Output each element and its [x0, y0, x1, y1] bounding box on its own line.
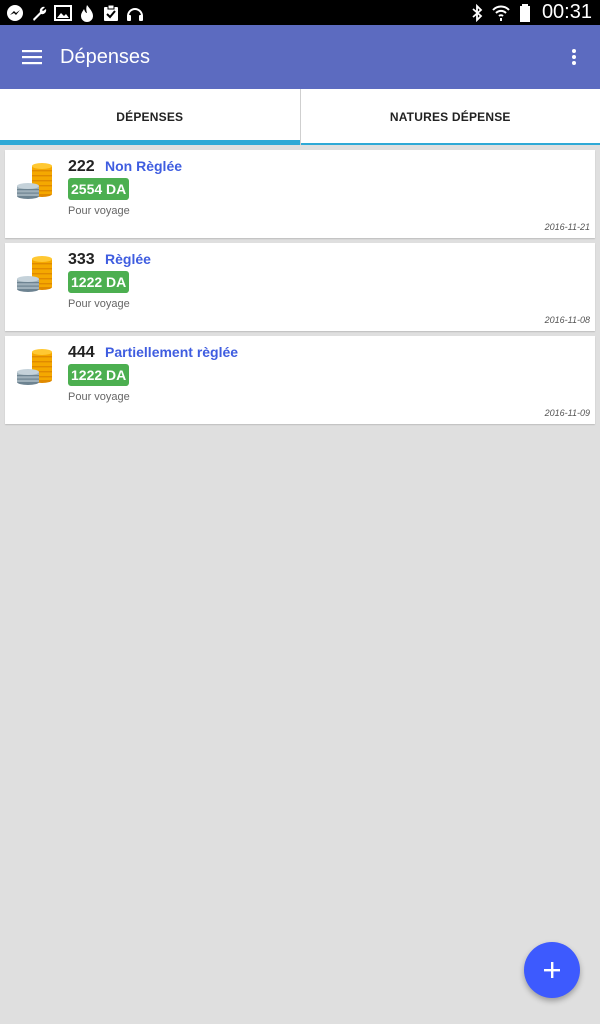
expense-description: Pour voyage — [68, 298, 130, 310]
expense-card[interactable]: 333 Règlée 1222 DA Pour voyage 2016-11-0… — [5, 243, 595, 331]
expense-list: 222 Non Règlée 2554 DA Pour voyage 2016-… — [5, 150, 595, 429]
tab-label: DÉPENSES — [116, 110, 184, 124]
tab-selected-indicator — [0, 140, 300, 145]
tab-bar: DÉPENSES NATURES DÉPENSE — [0, 89, 600, 145]
coins-icon — [17, 349, 52, 385]
expense-description: Pour voyage — [68, 205, 130, 217]
flame-icon — [78, 4, 96, 22]
expense-date: 2016-11-21 — [544, 222, 590, 232]
tab-label: NATURES DÉPENSE — [389, 110, 511, 124]
tab-natures-depense[interactable]: NATURES DÉPENSE — [299, 89, 600, 145]
tab-underline — [300, 143, 600, 145]
amount-badge: 2554 DA — [68, 178, 130, 200]
plus-icon — [544, 962, 560, 978]
status-bar: 00:31 — [0, 0, 600, 25]
bluetooth-icon — [468, 3, 486, 22]
page-title: Dépenses — [60, 45, 151, 68]
add-expense-button[interactable] — [524, 942, 580, 998]
notification-icons — [6, 4, 144, 22]
expense-number: 222 — [68, 158, 95, 175]
clipboard-check-icon — [102, 4, 120, 22]
more-vert-icon — [572, 49, 576, 65]
image-icon — [54, 4, 72, 22]
messenger-icon — [6, 4, 24, 22]
coins-icon — [17, 163, 52, 199]
wrench-icon — [30, 4, 48, 22]
overflow-menu-button[interactable] — [562, 45, 586, 69]
amount-badge: 1222 DA — [68, 364, 130, 386]
expense-description: Pour voyage — [68, 391, 130, 403]
clock: 00:31 — [541, 1, 592, 23]
expense-number: 444 — [68, 344, 95, 361]
tab-depenses[interactable]: DÉPENSES — [0, 89, 300, 145]
expense-card[interactable]: 444 Partiellement règlée 1222 DA Pour vo… — [5, 336, 595, 424]
hamburger-icon — [22, 50, 42, 65]
expense-date: 2016-11-08 — [544, 315, 590, 325]
amount-badge: 1222 DA — [68, 271, 130, 293]
wifi-icon — [492, 4, 510, 22]
expense-status: Règlée — [105, 251, 151, 267]
system-icons: 00:31 — [468, 1, 592, 24]
app-bar: Dépenses — [0, 25, 600, 89]
expense-date: 2016-11-09 — [544, 408, 590, 418]
expense-status: Non Règlée — [105, 158, 183, 174]
expense-status: Partiellement règlée — [105, 344, 239, 360]
expense-card[interactable]: 222 Non Règlée 2554 DA Pour voyage 2016-… — [5, 150, 595, 238]
menu-button[interactable] — [20, 45, 44, 69]
battery-icon — [516, 3, 534, 22]
headphones-icon — [126, 4, 144, 22]
expense-number: 333 — [68, 251, 95, 268]
coins-icon — [17, 256, 52, 292]
